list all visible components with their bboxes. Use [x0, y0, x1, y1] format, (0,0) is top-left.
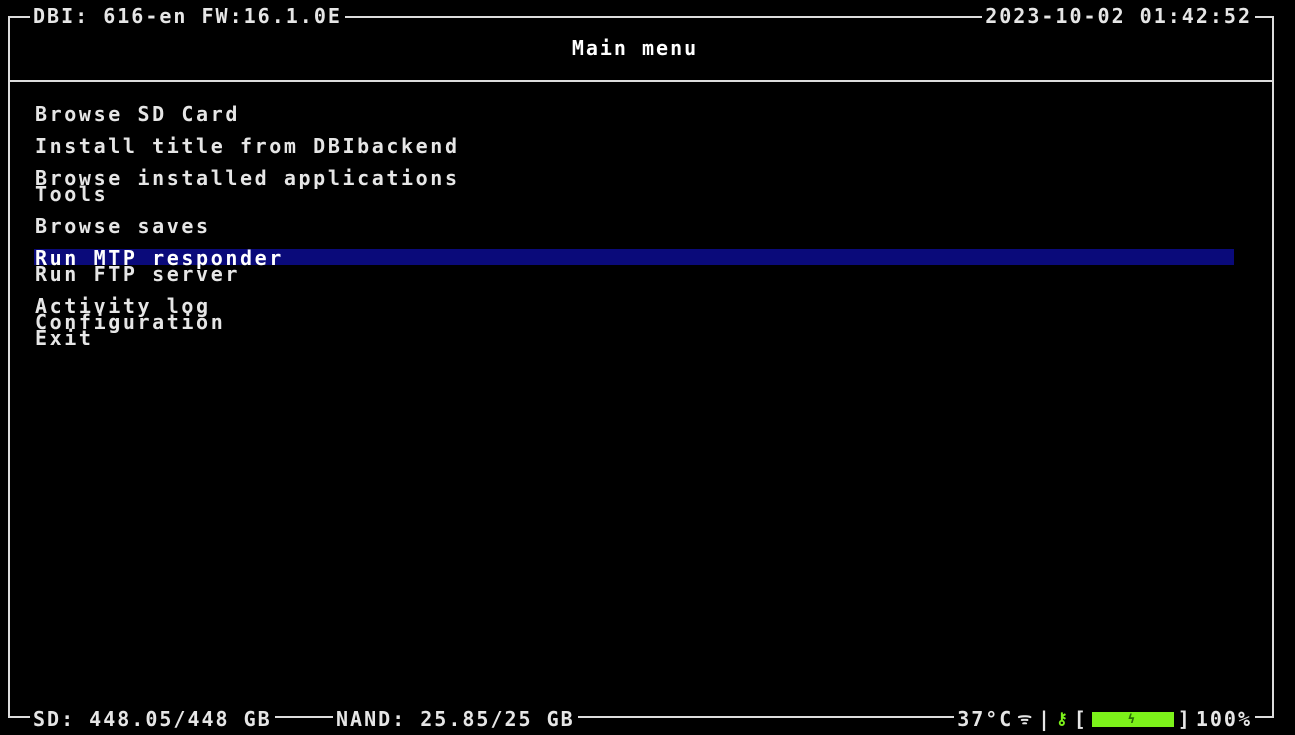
wifi-icon: ᯤ [1017, 709, 1034, 728]
menu-item-browse-saves[interactable]: Browse saves [35, 216, 211, 236]
page-title: Main menu [571, 36, 699, 60]
battery-percent: 100% [1195, 707, 1252, 731]
sd-usage: SD: 448.05/448 GB [30, 708, 275, 730]
menu-item-install-title[interactable]: Install title from DBIbackend [35, 136, 460, 156]
temperature: 37°C [957, 707, 1014, 731]
status-area: 37°C ᯤ | ⚷ [ ϟ ] 100% [954, 708, 1255, 730]
key-icon: ⚷ [1056, 709, 1070, 728]
battery-close: ] [1177, 707, 1192, 731]
menu-item-tools[interactable]: Tools [35, 184, 108, 204]
dbi-screen: DBI: 616-en FW:16.1.0E 2023-10-02 01:42:… [0, 0, 1295, 735]
app-info: DBI: 616-en FW:16.1.0E [30, 5, 345, 27]
battery-level-bar: ϟ [1091, 711, 1174, 727]
menu-item-run-ftp[interactable]: Run FTP server [35, 264, 240, 284]
header-separator [8, 80, 1274, 82]
datetime: 2023-10-02 01:42:52 [982, 5, 1255, 27]
nand-usage: NAND: 25.85/25 GB [333, 708, 578, 730]
signal-separator: | [1037, 707, 1053, 731]
menu-item-browse-sd-card[interactable]: Browse SD Card [35, 104, 240, 124]
battery-charging-icon: ϟ [1127, 711, 1138, 726]
battery-open: [ [1073, 707, 1088, 731]
menu-item-exit[interactable]: Exit [35, 328, 94, 348]
